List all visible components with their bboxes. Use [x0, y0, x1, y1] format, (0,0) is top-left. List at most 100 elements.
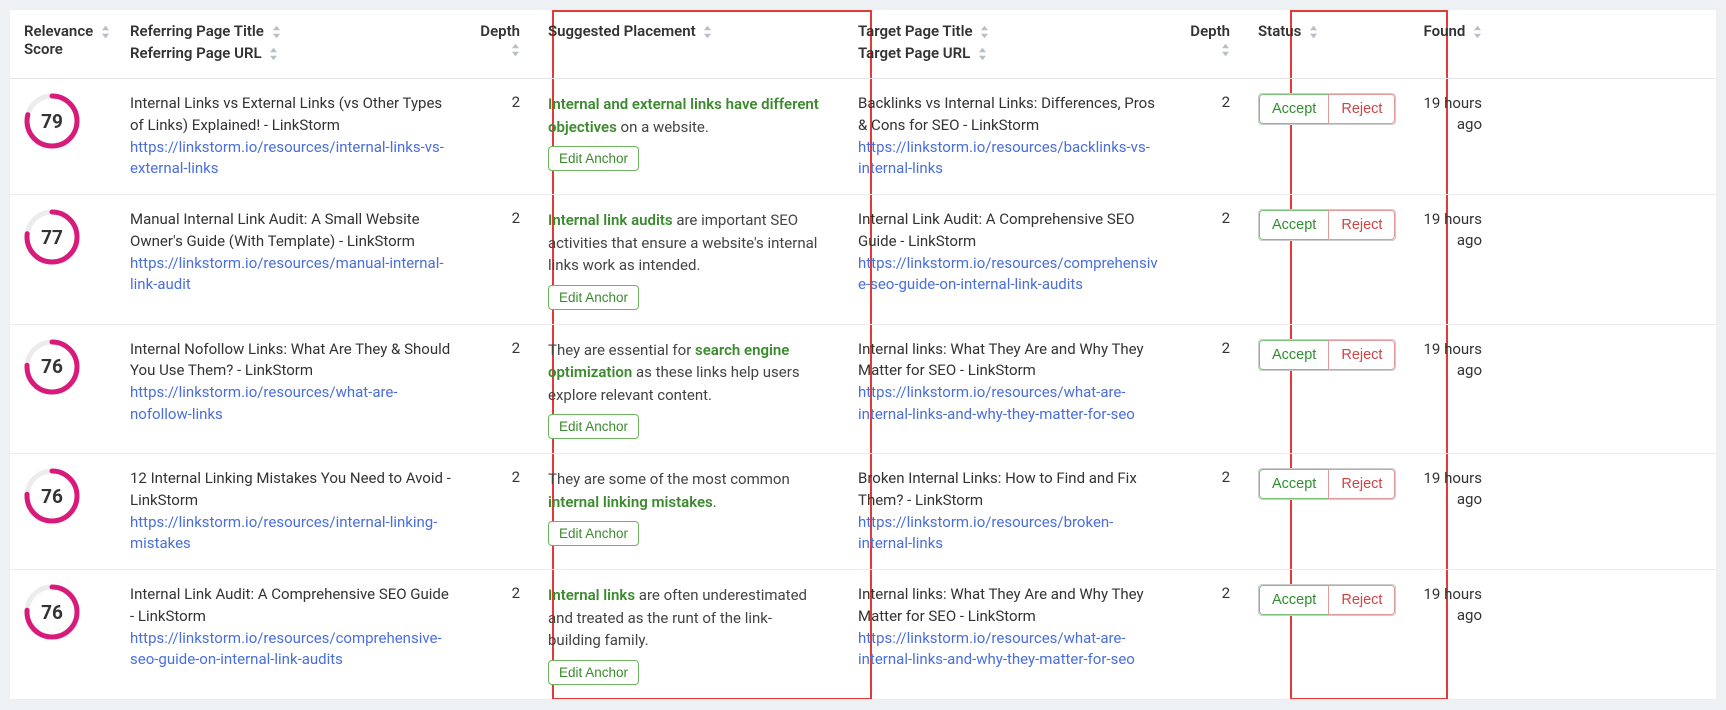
target-page-url[interactable]: https://linkstorm.io/resources/comprehen…: [858, 254, 1158, 294]
referring-page-title: Internal Nofollow Links: What Are They &…: [130, 339, 454, 383]
suggested-placement-text: They are some of the most common interna…: [548, 468, 822, 513]
sort-icon[interactable]: [1309, 25, 1318, 39]
col-sublabel: Score: [24, 40, 110, 58]
edit-anchor-button[interactable]: Edit Anchor: [548, 285, 639, 310]
suggested-anchor: Internal links: [548, 586, 635, 604]
accept-button[interactable]: Accept: [1259, 340, 1328, 370]
target-depth: 2: [1170, 339, 1240, 357]
target-page-title: Broken Internal Links: How to Find and F…: [858, 468, 1160, 512]
table-row: 76 12 Internal Linking Mistakes You Need…: [10, 454, 1716, 570]
target-page-url[interactable]: https://linkstorm.io/resources/what-are-…: [858, 383, 1135, 423]
suggested-anchor: internal linking mistakes: [548, 493, 713, 511]
referring-page-title: Internal Links vs External Links (vs Oth…: [130, 93, 454, 137]
col-header-relevance[interactable]: Relevance Score: [10, 22, 130, 62]
suggested-anchor: search engine optimization: [548, 341, 789, 382]
sort-icon[interactable]: [1473, 25, 1482, 39]
relevance-score-value: 77: [24, 209, 80, 265]
found-time: 19 hours ago: [1390, 339, 1500, 381]
reject-button[interactable]: Reject: [1328, 469, 1395, 499]
sort-icon[interactable]: [703, 25, 712, 39]
col-header-target[interactable]: Target Page Title Target Page URL: [840, 22, 1170, 66]
col-sublabel: Target Page URL: [858, 44, 970, 62]
col-label: Target Page Title: [858, 22, 973, 40]
target-page-title: Internal links: What They Are and Why Th…: [858, 339, 1160, 383]
sort-icon[interactable]: [978, 47, 987, 61]
table-row: 76 Internal Nofollow Links: What Are The…: [10, 325, 1716, 455]
relevance-score-ring: 76: [24, 584, 80, 640]
accept-button[interactable]: Accept: [1259, 469, 1328, 499]
edit-anchor-button[interactable]: Edit Anchor: [548, 414, 639, 439]
referring-page-url[interactable]: https://linkstorm.io/resources/comprehen…: [130, 629, 442, 669]
col-label: Suggested Placement: [548, 22, 696, 40]
referring-page-title: Internal Link Audit: A Comprehensive SEO…: [130, 584, 454, 628]
status-button-group: Accept Reject: [1258, 93, 1396, 125]
referring-depth: 2: [460, 209, 530, 227]
status-button-group: Accept Reject: [1258, 584, 1396, 616]
target-page-title: Backlinks vs Internal Links: Differences…: [858, 93, 1160, 137]
suggested-placement-text: They are essential for search engine opt…: [548, 339, 822, 407]
reject-button[interactable]: Reject: [1328, 94, 1395, 124]
accept-button[interactable]: Accept: [1259, 210, 1328, 240]
reject-button[interactable]: Reject: [1328, 340, 1395, 370]
col-header-found[interactable]: Found: [1390, 22, 1500, 40]
sort-icon[interactable]: [1221, 43, 1230, 57]
relevance-score-value: 76: [24, 584, 80, 640]
suggested-anchor: Internal and external links have differe…: [548, 95, 819, 136]
accept-button[interactable]: Accept: [1259, 585, 1328, 615]
referring-page-title: Manual Internal Link Audit: A Small Webs…: [130, 209, 454, 253]
sort-icon[interactable]: [980, 25, 989, 39]
col-header-status[interactable]: Status: [1240, 22, 1390, 40]
accept-button[interactable]: Accept: [1259, 94, 1328, 124]
reject-button[interactable]: Reject: [1328, 210, 1395, 240]
table-row: 76 Internal Link Audit: A Comprehensive …: [10, 570, 1716, 700]
relevance-score-value: 79: [24, 93, 80, 149]
table-row: 77 Manual Internal Link Audit: A Small W…: [10, 195, 1716, 325]
referring-page-url[interactable]: https://linkstorm.io/resources/manual-in…: [130, 254, 444, 294]
reject-button[interactable]: Reject: [1328, 585, 1395, 615]
referring-page-url[interactable]: https://linkstorm.io/resources/internal-…: [130, 513, 437, 553]
col-header-suggested[interactable]: Suggested Placement: [530, 22, 840, 40]
found-time: 19 hours ago: [1390, 209, 1500, 251]
relevance-score-ring: 77: [24, 209, 80, 265]
target-depth: 2: [1170, 93, 1240, 111]
target-page-url[interactable]: https://linkstorm.io/resources/what-are-…: [858, 629, 1135, 669]
col-header-depth-ref[interactable]: Depth: [460, 22, 530, 58]
target-page-url[interactable]: https://linkstorm.io/resources/backlinks…: [858, 138, 1150, 178]
edit-anchor-button[interactable]: Edit Anchor: [548, 146, 639, 171]
status-button-group: Accept Reject: [1258, 339, 1396, 371]
referring-page-title: 12 Internal Linking Mistakes You Need to…: [130, 468, 454, 512]
col-header-depth-target[interactable]: Depth: [1170, 22, 1240, 58]
suggested-placement-text: Internal and external links have differe…: [548, 93, 822, 138]
link-suggestions-table: Relevance Score Referring Page Title Ref…: [10, 10, 1716, 700]
found-time: 19 hours ago: [1390, 468, 1500, 510]
col-label: Referring Page Title: [130, 22, 264, 40]
sort-icon[interactable]: [101, 25, 110, 39]
referring-page-url[interactable]: https://linkstorm.io/resources/internal-…: [130, 138, 444, 178]
target-page-title: Internal Link Audit: A Comprehensive SEO…: [858, 209, 1160, 253]
referring-depth: 2: [460, 339, 530, 357]
table-header-row: Relevance Score Referring Page Title Ref…: [10, 10, 1716, 79]
col-sublabel: Referring Page URL: [130, 44, 262, 62]
edit-anchor-button[interactable]: Edit Anchor: [548, 521, 639, 546]
target-depth: 2: [1170, 209, 1240, 227]
status-button-group: Accept Reject: [1258, 468, 1396, 500]
relevance-score-ring: 76: [24, 339, 80, 395]
col-label: Status: [1258, 22, 1301, 40]
target-depth: 2: [1170, 468, 1240, 486]
target-page-title: Internal links: What They Are and Why Th…: [858, 584, 1160, 628]
found-time: 19 hours ago: [1390, 93, 1500, 135]
table-row: 79 Internal Links vs External Links (vs …: [10, 79, 1716, 195]
sort-icon[interactable]: [511, 43, 520, 57]
col-label: Depth: [480, 22, 520, 40]
relevance-score-value: 76: [24, 339, 80, 395]
target-depth: 2: [1170, 584, 1240, 602]
suggested-placement-text: Internal links are often underestimated …: [548, 584, 822, 652]
col-header-referring[interactable]: Referring Page Title Referring Page URL: [130, 22, 460, 66]
sort-icon[interactable]: [269, 47, 278, 61]
referring-page-url[interactable]: https://linkstorm.io/resources/what-are-…: [130, 383, 398, 423]
suggested-placement-text: Internal link audits are important SEO a…: [548, 209, 822, 277]
col-label: Depth: [1190, 22, 1230, 40]
target-page-url[interactable]: https://linkstorm.io/resources/broken-in…: [858, 513, 1113, 553]
edit-anchor-button[interactable]: Edit Anchor: [548, 660, 639, 685]
sort-icon[interactable]: [272, 25, 281, 39]
